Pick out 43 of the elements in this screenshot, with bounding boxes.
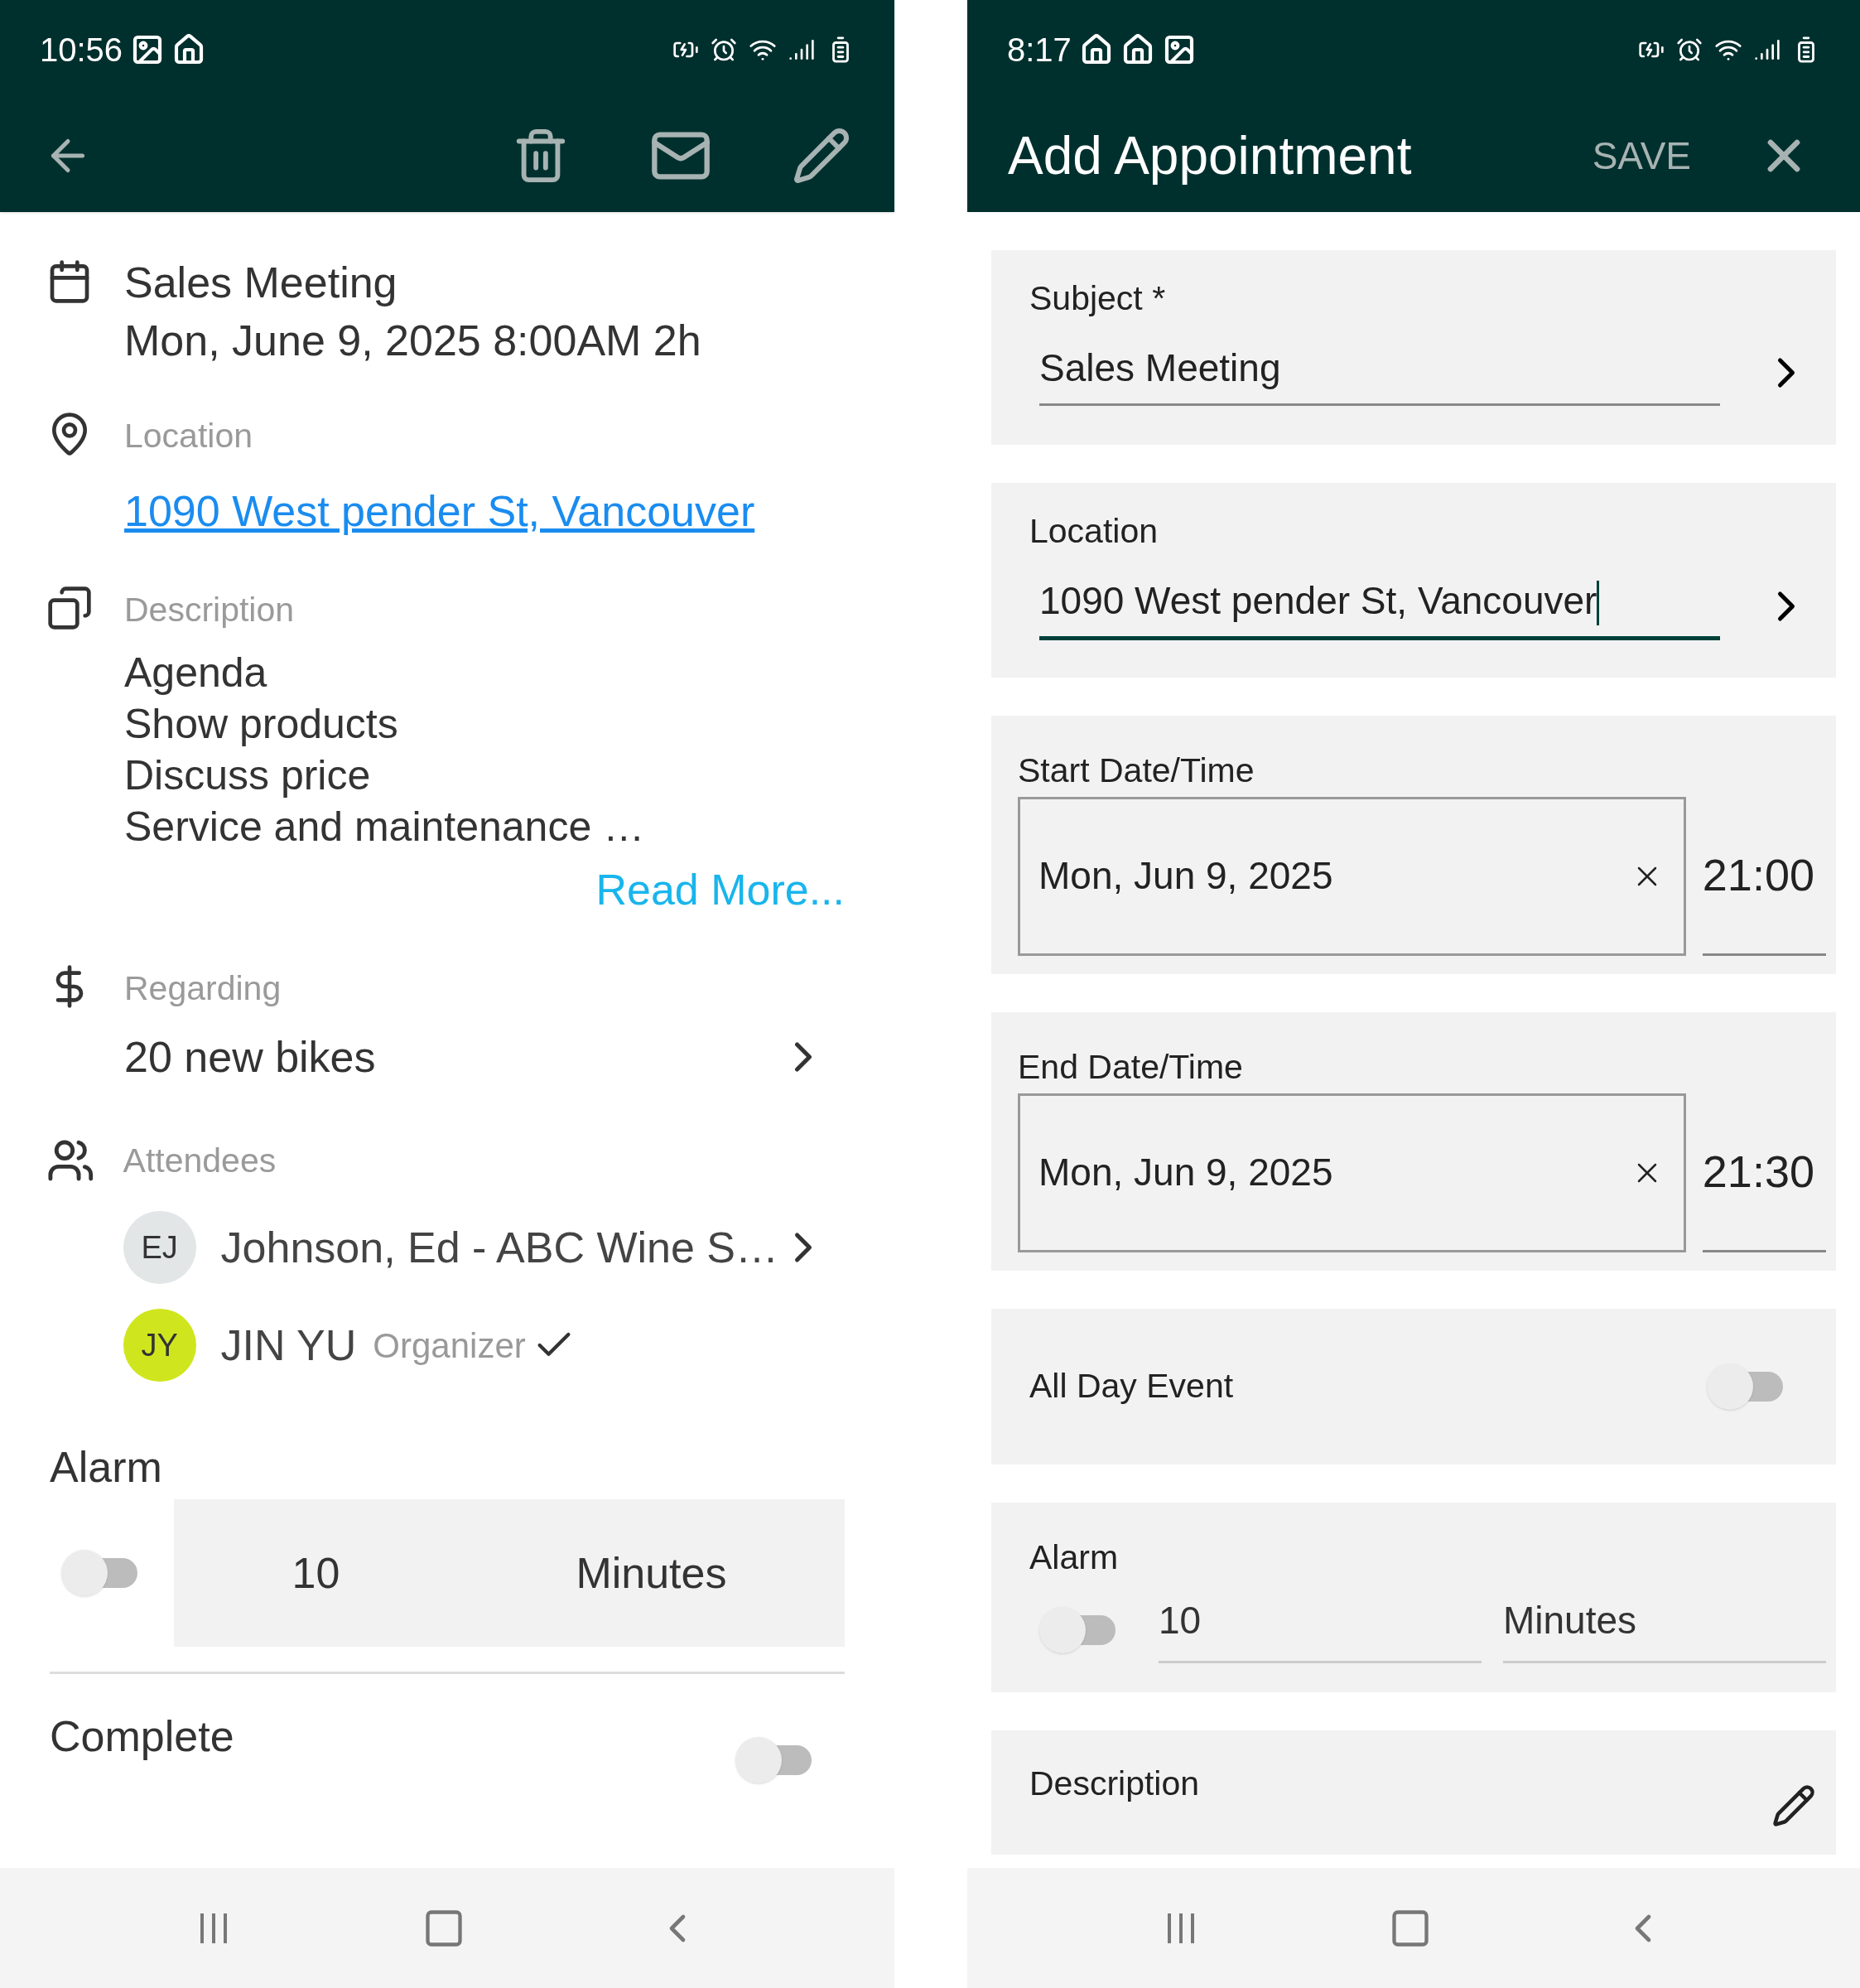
field-label: Alarm: [1029, 1538, 1119, 1576]
field-label: Description: [1029, 1764, 1200, 1804]
alarm-field[interactable]: 10 Minutes: [174, 1499, 845, 1647]
alarm-unit-field[interactable]: Minutes: [1503, 1591, 1826, 1663]
attendee-name: JIN YU: [220, 1320, 357, 1371]
edit-icon[interactable]: [792, 126, 851, 186]
attendee-name: Johnson, Ed - ABC Wine S…: [220, 1223, 778, 1273]
status-time: 8:17: [1007, 31, 1072, 70]
alarm-label: Alarm: [50, 1442, 163, 1493]
field-label: End Date/Time: [1018, 1048, 1243, 1086]
regarding-row[interactable]: 20 new bikes: [124, 1024, 845, 1089]
alarm-icon: [711, 36, 737, 63]
complete-label: Complete: [50, 1711, 234, 1762]
description-line: Agenda: [124, 649, 268, 697]
time-field[interactable]: 21:30: [1702, 1093, 1826, 1252]
description-icon: [46, 584, 93, 631]
description-line: Show products: [124, 700, 399, 749]
screen-title: Add Appointment: [1008, 125, 1412, 187]
attendees-label: Attendees: [123, 1140, 277, 1181]
text-field[interactable]: 1090 West pender St, Vancouver: [1039, 572, 1720, 640]
save-button[interactable]: SAVE: [1592, 127, 1691, 185]
attendee-role: Organizer: [373, 1325, 526, 1367]
date-field[interactable]: Mon, Jun 9, 2025: [1018, 1093, 1686, 1252]
description-label: Description: [124, 589, 296, 630]
description-line: Service and maintenance …: [124, 803, 646, 852]
alarm-value-field[interactable]: 10: [1159, 1591, 1482, 1663]
avatar: EJ: [123, 1211, 196, 1284]
field-label: Subject *: [1029, 279, 1166, 317]
appointment-title: Sales Meeting: [124, 258, 398, 308]
location-label: Location: [124, 416, 253, 456]
edit-icon[interactable]: [1771, 1783, 1816, 1828]
description-line: Discuss price: [124, 751, 372, 800]
text-field[interactable]: Sales Meeting: [1039, 339, 1720, 406]
date-field[interactable]: Mon, Jun 9, 2025: [1018, 796, 1686, 956]
field-label: All Day Event: [1029, 1366, 1234, 1407]
field-label: Start Date/Time: [1018, 751, 1255, 789]
avatar: JY: [123, 1309, 196, 1382]
time-field[interactable]: 21:00: [1702, 796, 1826, 956]
alarm-icon: [1676, 36, 1703, 63]
status-time: 10:56: [40, 31, 123, 70]
field-label: Location: [1029, 512, 1158, 550]
regarding-label: Regarding: [124, 968, 282, 1009]
appointment-time: Mon, June 9, 2025 8:00AM 2h: [124, 316, 701, 366]
